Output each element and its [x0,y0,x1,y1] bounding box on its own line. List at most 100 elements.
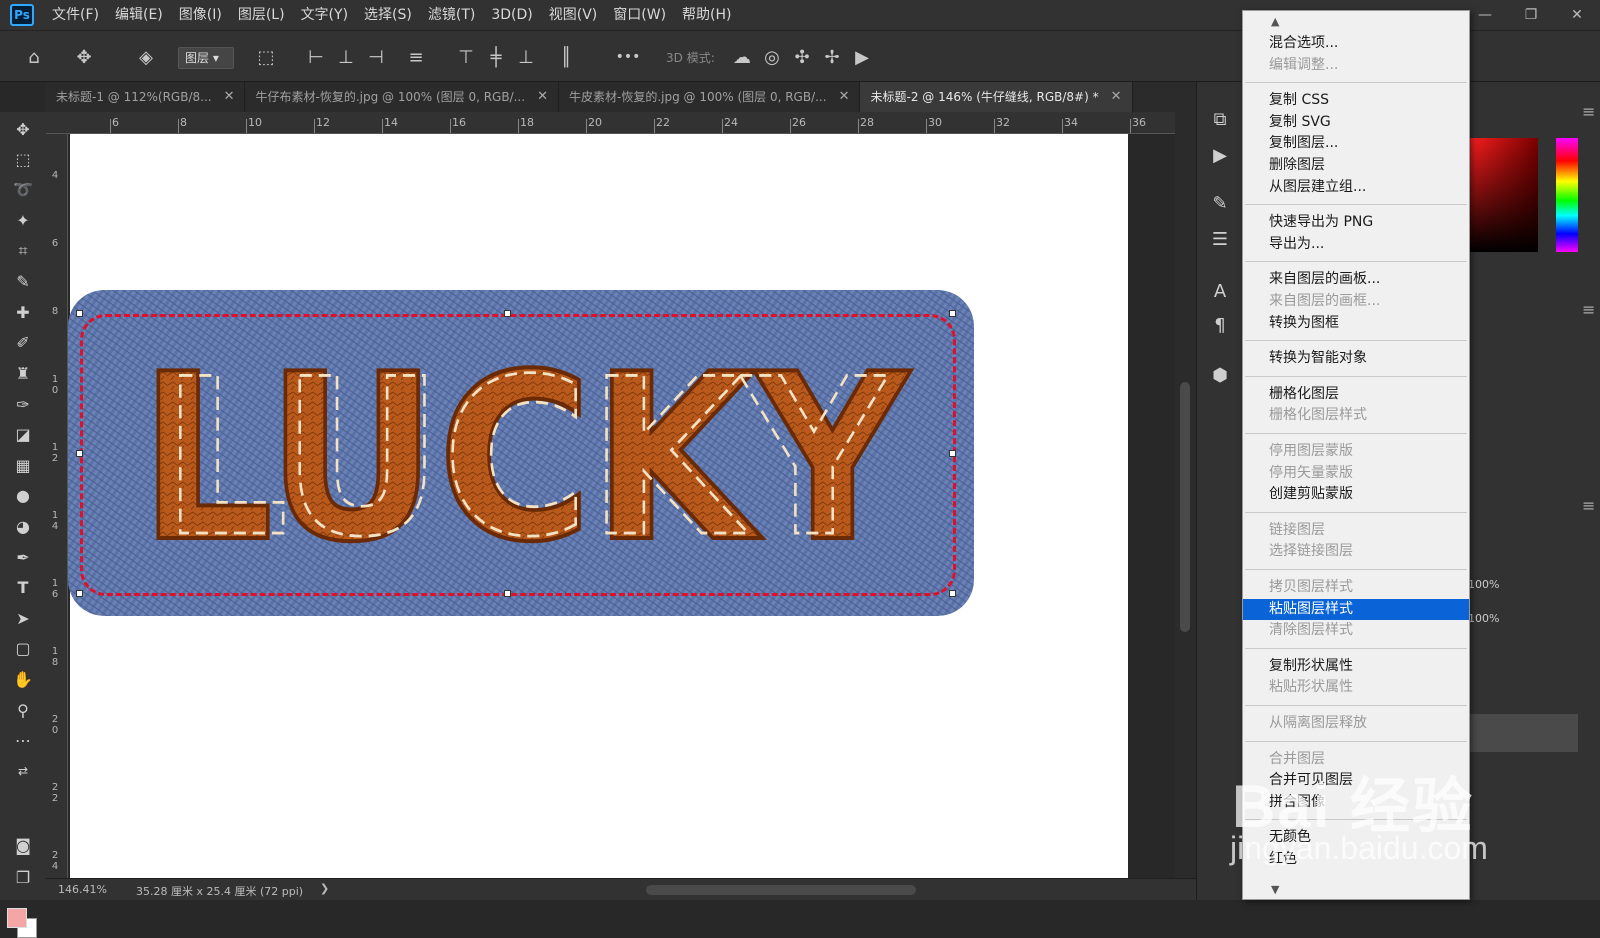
context-menu-item[interactable]: 创建剪贴蒙版 [1243,484,1469,505]
menu-item[interactable]: 图像(I) [171,0,230,30]
adjustments-icon[interactable]: ☰ [1207,226,1233,252]
blur-tool-icon[interactable]: ● [9,482,37,508]
move-tool-icon[interactable]: ✥ [70,43,98,71]
healing-brush-tool-icon[interactable]: ✚ [9,299,37,325]
close-tab-icon[interactable]: ✕ [1111,82,1122,112]
lasso-tool-icon[interactable]: ➰ [9,176,37,202]
context-menu-item[interactable]: 粘贴图层样式 [1243,598,1469,620]
move-tool-icon[interactable]: ✥ [9,116,37,142]
close-tab-icon[interactable]: ✕ [537,82,548,112]
auto-select-icon[interactable]: ◈ [132,43,160,71]
foreground-color-swatch[interactable] [7,908,27,928]
panel-menu-icon[interactable]: ≡ [1582,496,1595,515]
character-panel-icon[interactable]: A [1207,278,1233,304]
layer-row[interactable] [1458,714,1578,752]
path-selection-tool-icon[interactable]: ➤ [9,605,37,631]
opacity-value[interactable]: 100% [1468,578,1499,591]
transform-handle[interactable] [504,590,511,597]
gradient-tool-icon[interactable]: ▦ [9,452,37,478]
home-icon[interactable]: ⌂ [20,43,48,71]
align-top-icon[interactable]: ⊤ [452,43,480,71]
close-tab-icon[interactable]: ✕ [224,82,235,112]
zoom-level[interactable]: 146.41% [58,883,107,896]
crop-tool-icon[interactable]: ⌗ [9,238,37,264]
context-menu-item[interactable]: 复制 SVG [1243,112,1469,133]
history-brush-tool-icon[interactable]: ✑ [9,391,37,417]
brush-tool-icon[interactable]: ✐ [9,329,37,355]
context-menu-item[interactable]: 复制图层... [1243,133,1469,154]
menu-item[interactable]: 视图(V) [541,0,606,30]
quick-mask-icon[interactable]: ◙ [9,832,37,858]
3d-camera-icon[interactable]: ▶ [848,43,876,71]
auto-select-target-dropdown[interactable]: 图层 ▾ [178,47,234,69]
transform-controls-icon[interactable]: ⬚ [252,43,280,71]
actions-play-icon[interactable]: ▶ [1207,142,1233,168]
eraser-tool-icon[interactable]: ◪ [9,421,37,447]
context-menu-item[interactable]: 栅格化图层 [1243,384,1469,405]
status-arrow-icon[interactable]: ❯ [320,882,329,895]
transform-handle[interactable] [949,310,956,317]
3d-roll-icon[interactable]: ◎ [758,43,786,71]
context-menu-item[interactable]: 导出为... [1243,234,1469,255]
context-menu-item[interactable]: 从图层建立组... [1243,177,1469,198]
panel-menu-icon[interactable]: ≡ [1582,300,1595,319]
context-menu-item[interactable]: 复制形状属性 [1243,656,1469,677]
scroll-up-icon[interactable]: ▲ [1271,15,1279,28]
menu-item[interactable]: 文字(Y) [293,0,356,30]
distribute-icon[interactable]: ≡ [402,43,430,71]
context-menu-item[interactable]: 混合选项... [1243,33,1469,54]
edit-toolbar-icon[interactable]: ⋯ [9,727,37,753]
menu-item[interactable]: 文件(F) [44,0,107,30]
close-tab-icon[interactable]: ✕ [839,82,850,112]
transform-handle[interactable] [76,310,83,317]
eyedropper-tool-icon[interactable]: ✎ [9,268,37,294]
align-center-h-icon[interactable]: ⊥ [332,43,360,71]
scroll-thumb[interactable] [1180,382,1190,632]
hand-tool-icon[interactable]: ✋ [9,666,37,692]
transform-handle[interactable] [76,590,83,597]
color-picker-field[interactable] [1468,138,1538,252]
document-tab[interactable]: 牛仔布素材-恢复的.jpg @ 100% (图层 0, RGB/... ✕ [245,82,559,112]
horizontal-scroll-thumb[interactable] [646,885,916,895]
transform-handle[interactable] [949,590,956,597]
align-bottom-icon[interactable]: ⊥ [512,43,540,71]
transform-handle[interactable] [949,450,956,457]
menu-item[interactable]: 窗口(W) [605,0,674,30]
3d-pan-icon[interactable]: ✣ [788,43,816,71]
context-menu-item[interactable]: 转换为图框 [1243,313,1469,334]
context-menu-item[interactable]: 复制 CSS [1243,90,1469,111]
swap-colors-icon[interactable]: ⇄ [9,758,37,784]
panel-menu-icon[interactable]: ≡ [1582,102,1595,121]
menu-item[interactable]: 3D(D) [483,0,540,30]
document-tab[interactable]: 牛皮素材-恢复的.jpg @ 100% (图层 0, RGB/... ✕ [559,82,861,112]
transform-handle[interactable] [76,450,83,457]
more-options-icon[interactable]: ••• [614,43,642,71]
marquee-tool-icon[interactable]: ⬚ [9,146,37,172]
transform-handle[interactable] [504,310,511,317]
magic-wand-tool-icon[interactable]: ✦ [9,207,37,233]
menu-item[interactable]: 滤镜(T) [420,0,483,30]
context-menu-item[interactable]: 快速导出为 PNG [1243,212,1469,233]
close-window-icon[interactable]: ✕ [1554,0,1600,30]
scroll-down-icon[interactable]: ▼ [1271,883,1279,896]
context-menu-item[interactable]: 来自图层的画板... [1243,269,1469,290]
document-tab[interactable]: 未标题-1 @ 112%(RGB/8... ✕ [46,82,246,112]
fill-value[interactable]: 100% [1468,612,1499,625]
3d-panel-icon[interactable]: ⬢ [1207,362,1233,388]
dodge-tool-icon[interactable]: ◕ [9,513,37,539]
history-panel-icon[interactable]: ⧉ [1207,106,1233,132]
vertical-scrollbar[interactable] [1175,112,1196,878]
zoom-tool-icon[interactable]: ⚲ [9,697,37,723]
3d-slide-icon[interactable]: ✢ [818,43,846,71]
align-left-icon[interactable]: ⊢ [302,43,330,71]
align-right-icon[interactable]: ⊣ [362,43,390,71]
menu-item[interactable]: 编辑(E) [107,0,171,30]
paragraph-panel-icon[interactable]: ¶ [1207,312,1233,338]
hue-slider[interactable] [1556,138,1578,252]
brush-settings-icon[interactable]: ✎ [1207,190,1233,216]
shape-tool-icon[interactable]: ▢ [9,635,37,661]
restore-icon[interactable]: ❐ [1508,0,1554,30]
menu-item[interactable]: 选择(S) [356,0,420,30]
3d-orbit-icon[interactable]: ☁ [728,43,756,71]
menu-item[interactable]: 帮助(H) [674,0,739,30]
